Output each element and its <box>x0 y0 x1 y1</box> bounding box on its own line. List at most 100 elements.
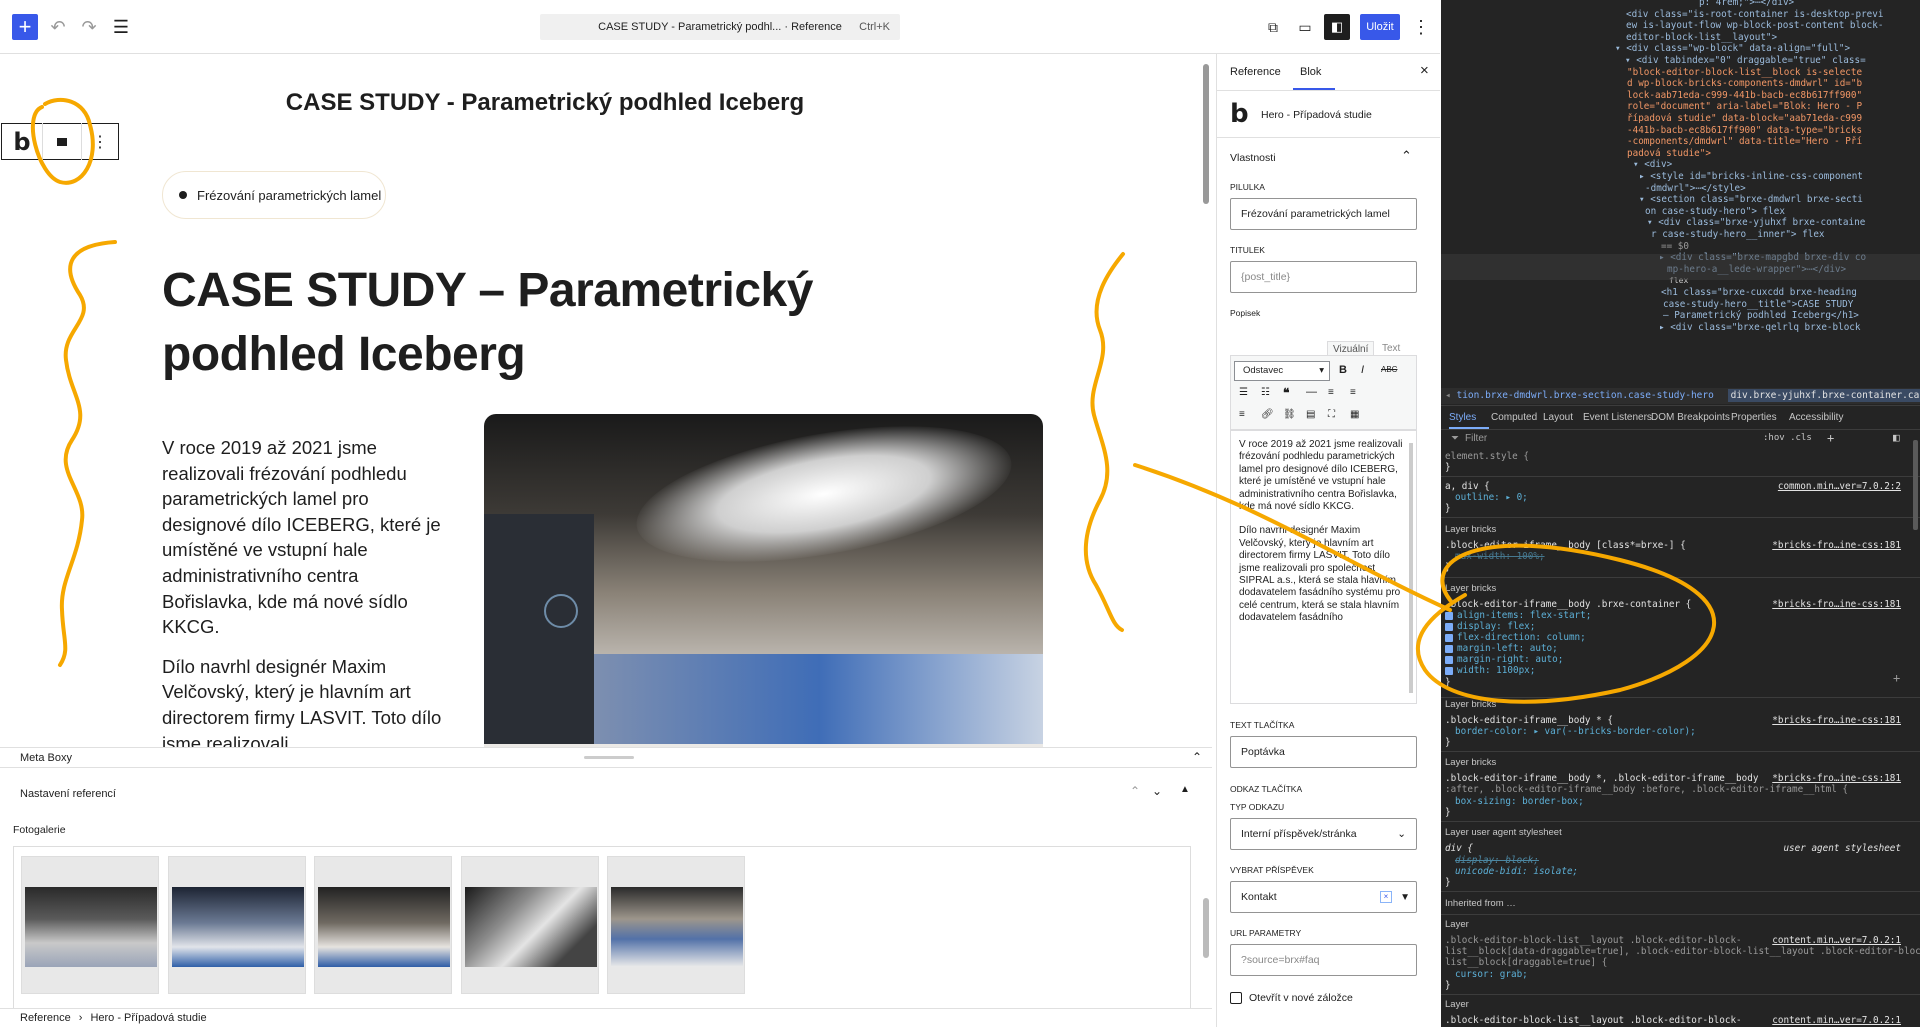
breadcrumb-item[interactable]: Reference <box>20 1012 71 1024</box>
breadcrumb-container[interactable]: div.brxe-yjuhxf.brxe-container.case-stud… <box>1727 389 1920 402</box>
dom-node-line[interactable]: – Parametrický podhled Iceberg</h1> <box>1663 310 1859 322</box>
align-center-icon[interactable]: ≡ <box>1350 387 1356 398</box>
dom-node-line[interactable]: ▾ <div class="wp-block" data-align="full… <box>1615 43 1850 55</box>
preview-button[interactable]: ▭ <box>1292 14 1318 40</box>
tab-event-listeners[interactable]: Event Listeners <box>1583 412 1652 423</box>
resize-handle[interactable] <box>584 756 634 759</box>
styles-scrollbar[interactable] <box>1913 440 1918 530</box>
numbered-list-icon[interactable]: ☷ <box>1261 387 1270 398</box>
tab-styles[interactable]: Styles <box>1449 412 1476 423</box>
settings-toggle-button[interactable]: ◧ <box>1324 14 1350 40</box>
bullet-list-icon[interactable]: ☰ <box>1239 387 1248 398</box>
tab-layout[interactable]: Layout <box>1543 412 1573 423</box>
view-post-button[interactable]: ⧉ <box>1260 14 1286 40</box>
tab-accessibility[interactable]: Accessibility <box>1789 412 1843 423</box>
panel-title[interactable]: Vlastnosti <box>1230 152 1276 164</box>
rule-property[interactable]: cursor: grab; <box>1455 969 1528 980</box>
gallery-thumb-2[interactable] <box>168 856 306 994</box>
layer-bricks-label[interactable]: Layer bricks <box>1445 524 1496 535</box>
dom-node-line[interactable]: lock-aab71eda-c999-441b-bacb-ec8b617ff90… <box>1627 90 1862 102</box>
rule-property[interactable]: display: flex; <box>1457 621 1535 632</box>
rule-source-link[interactable]: *bricks-fro…ine-css:181 <box>1772 599 1901 610</box>
dom-node-line[interactable]: ▾ <div tabindex="0" draggable="true" cla… <box>1625 55 1866 67</box>
url-params-input[interactable]: ?source=brx#faq <box>1230 944 1417 976</box>
rule-property-row[interactable]: display: flex; <box>1445 621 1535 632</box>
format-select[interactable]: Odstavec ▾ <box>1234 361 1330 381</box>
dom-node-line[interactable]: p: 4rem;">⋯</div> <box>1699 0 1794 9</box>
post-title[interactable]: CASE STUDY - Parametrický podhled Iceber… <box>0 89 1090 117</box>
toolbar-toggle-icon[interactable]: ▦ <box>1350 409 1359 420</box>
fullscreen-icon[interactable]: ⛶ <box>1328 409 1335 420</box>
bold-icon[interactable]: B <box>1339 364 1347 376</box>
align-left-icon[interactable]: ≡ <box>1328 387 1334 398</box>
italic-icon[interactable]: I <box>1361 364 1364 376</box>
property-checkbox[interactable] <box>1445 655 1453 664</box>
rule-property[interactable]: margin-left: auto; <box>1457 643 1558 654</box>
gallery-thumb-4[interactable] <box>461 856 599 994</box>
dom-node-line[interactable]: ew is-layout-flow wp-block-post-content … <box>1626 20 1883 32</box>
dom-node-line[interactable]: -dmdwrl">⋯</style> <box>1645 183 1746 195</box>
wysiwyg-content[interactable]: V roce 2019 až 2021 jsme realizovali fré… <box>1230 430 1417 704</box>
canvas-scrollbar[interactable] <box>1203 64 1209 204</box>
tab-dom-breakpoints[interactable]: DOM Breakpoints <box>1651 412 1730 423</box>
redo-button[interactable]: ↷ <box>76 14 102 40</box>
dropdown-arrow-icon[interactable]: ▼ <box>1400 892 1410 903</box>
section-title[interactable]: Nastavení referencí <box>20 788 116 800</box>
rule-property[interactable]: border-color: ▸ var(--bricks-border-colo… <box>1455 726 1696 737</box>
rule-property-row[interactable]: flex-direction: column; <box>1445 632 1586 643</box>
rule-property-row[interactable]: width: 1100px; <box>1445 665 1535 676</box>
add-block-button[interactable]: + <box>12 14 38 40</box>
undo-button[interactable]: ↶ <box>45 14 71 40</box>
dom-node-line[interactable]: ▾ <section class="brxe-dmdwrl brxe-secti <box>1639 194 1863 206</box>
editor-scrollbar[interactable] <box>1409 443 1413 693</box>
hov-cls-toggles[interactable]: :hov .cls <box>1763 433 1812 443</box>
property-checkbox[interactable] <box>1445 633 1453 642</box>
clear-icon[interactable]: × <box>1380 891 1392 903</box>
filter-input[interactable]: Filter <box>1465 433 1487 444</box>
dom-node-line[interactable]: padová studie"> <box>1627 148 1711 160</box>
select-post-field[interactable]: Kontakt × ▼ <box>1230 881 1417 913</box>
dom-node-line[interactable]: case-study-hero__title">CASE STUDY <box>1663 299 1853 311</box>
document-overview-button[interactable]: ☰ <box>108 14 134 40</box>
dom-node-line[interactable]: ▾ <div> <box>1633 159 1672 171</box>
dom-node-line[interactable]: ▾ <div class="brxe-yjuhxf brxe-containe <box>1647 217 1865 229</box>
gallery-thumb-5[interactable] <box>607 856 745 994</box>
layer-bricks-label[interactable]: Layer bricks <box>1445 699 1496 710</box>
rule-source-link[interactable]: common.min…ver=7.0.2:2 <box>1778 481 1901 492</box>
link-icon[interactable]: 🔗︎ <box>1261 409 1274 420</box>
rule-property[interactable]: margin-right: auto; <box>1457 654 1563 665</box>
link-type-select[interactable]: Interní příspěvek/stránka ⌄ <box>1230 818 1417 850</box>
rule-property[interactable]: outline: ▸ 0; <box>1455 492 1528 503</box>
hero-title[interactable]: CASE STUDY – Parametrický podhled Iceber… <box>162 259 813 387</box>
breadcrumb-section[interactable]: tion.brxe-dmdwrl.brxe-section.case-study… <box>1456 390 1713 401</box>
dom-node-line[interactable]: editor-block-list__layout"> <box>1626 32 1777 44</box>
dom-node-line[interactable]: "block-editor-block-list__block is-selec… <box>1627 67 1862 79</box>
metabox-scrollbar[interactable] <box>1203 898 1209 958</box>
tab-computed[interactable]: Computed <box>1491 412 1537 423</box>
tab-reference[interactable]: Reference <box>1230 66 1281 78</box>
dom-node-line[interactable]: řípadová studie" data-block="aab71eda-c9… <box>1627 113 1862 125</box>
dom-node-line[interactable]: <div class="is-root-container is-desktop… <box>1626 9 1883 21</box>
rule-source-link[interactable]: *bricks-fro…ine-css:181 <box>1772 540 1901 551</box>
command-palette[interactable]: CASE STUDY - Parametrický podhl... · Ref… <box>540 14 900 40</box>
dom-node-line[interactable]: == $0 <box>1661 241 1689 253</box>
options-menu-button[interactable]: ⋮ <box>1408 14 1434 40</box>
rule-property-row[interactable]: margin-right: auto; <box>1445 654 1563 665</box>
rule-property[interactable]: max-width: 100%; <box>1455 551 1545 562</box>
block-options-button[interactable]: ⋮ <box>82 132 118 152</box>
rule-property-row[interactable]: margin-left: auto; <box>1445 643 1558 654</box>
chevron-up-icon[interactable]: ⌃ <box>1401 148 1412 164</box>
dom-node-line[interactable]: on case-study-hero"> flex <box>1645 206 1785 218</box>
rule-property[interactable]: flex-direction: column; <box>1457 632 1586 643</box>
dom-node-line[interactable]: r case-study-hero__inner"> flex <box>1651 229 1825 241</box>
property-checkbox[interactable] <box>1445 644 1453 653</box>
chevron-left-icon[interactable]: ◂ <box>1445 390 1451 401</box>
rule-property-row[interactable]: align-items: flex-start; <box>1445 610 1591 621</box>
titulek-input[interactable]: {post_title} <box>1230 261 1417 293</box>
unlink-icon[interactable]: ⛓︎ <box>1283 409 1296 420</box>
read-more-icon[interactable]: ▤ <box>1306 409 1315 420</box>
dom-node-line[interactable]: ▸ <div class="brxe-qelrlq brxe-block <box>1659 322 1861 334</box>
collapse-toggle-icon[interactable]: ▲ <box>1180 784 1190 795</box>
dom-node-line[interactable]: -components/dmdwrl" data-title="Hero - P… <box>1627 136 1862 148</box>
block-mover-button[interactable] <box>42 123 82 160</box>
